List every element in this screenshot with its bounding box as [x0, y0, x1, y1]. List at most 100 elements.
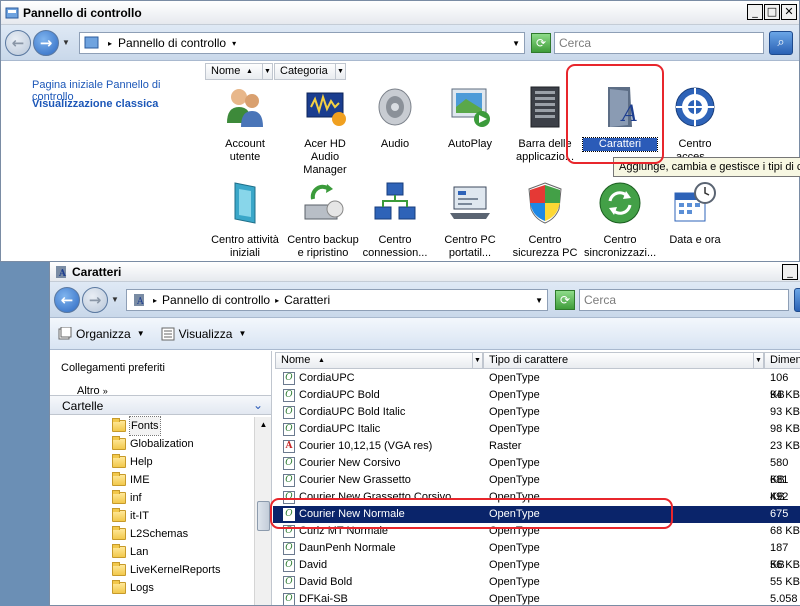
fonts-address-bar[interactable]: A ▸ Pannello di controllo ▸ Caratteri ▼ [126, 289, 548, 311]
control-panel-window: Pannello di controllo _ □ ✕ ← → ▼ ▸ Pannel… [0, 0, 800, 262]
back-button[interactable]: ← [5, 29, 31, 56]
breadcrumb-arrow-icon[interactable]: ▸ [108, 39, 112, 48]
backup-icon [304, 184, 344, 220]
cp-address-row: ← → ▼ ▸ Pannello di controllo ▾ ▼ ⟳ Cerc… [1, 25, 799, 61]
table-row[interactable]: O Courier New Corsivo OpenType 580 KB [273, 455, 800, 486]
tree-item-lan[interactable]: Lan [50, 543, 270, 561]
cp-item-account-utente[interactable]: Account utente [208, 83, 282, 164]
column-dropdown-icon[interactable]: ▼ [753, 353, 763, 368]
table-row[interactable]: O CordiaUPC Bold Italic OpenType 93 KB [273, 404, 800, 421]
cp-item-audio[interactable]: Audio [358, 83, 432, 151]
close-button[interactable]: ✕ [781, 4, 797, 20]
folder-icon [112, 490, 126, 504]
forward-button[interactable]: → [82, 286, 108, 313]
table-row[interactable]: O David Bold OpenType 55 KB [273, 574, 800, 591]
folder-icon [112, 472, 126, 486]
opentype-font-icon: O [283, 457, 295, 470]
table-row[interactable]: O CordiaUPC Bold OpenType 94 KB [273, 387, 800, 404]
column-dropdown-icon[interactable]: ▼ [335, 64, 345, 79]
opentype-font-icon: O [283, 406, 295, 419]
folder-tree: Fonts Globalization Help IME inf it-IT L… [50, 416, 254, 605]
tree-item-help[interactable]: Help [50, 453, 270, 471]
fonts-left-pane: Collegamenti preferiti Altro » Cartelle … [50, 351, 272, 605]
fonts-window: A Caratteri _ ← → ▼ A ▸ Pannello di cont… [49, 261, 800, 606]
cp-search-input[interactable]: Cerca [554, 32, 764, 54]
column-name[interactable]: Nome ▲ ▼ [275, 352, 483, 369]
column-category[interactable]: Categoria ▼ [274, 63, 346, 80]
table-row[interactable]: O Courier New Grassetto OpenType 681 KB [273, 472, 800, 503]
opentype-font-icon: O [283, 559, 295, 572]
cp-item-sync[interactable]: Centro sincronizzazi... [583, 179, 657, 260]
calendar-clock-icon [674, 182, 716, 222]
table-row[interactable]: ODFKai-SBOpenType5.058 KB [273, 591, 800, 605]
column-dropdown-icon[interactable]: ▼ [472, 353, 482, 368]
table-row[interactable]: O CordiaUPC OpenType 106 KB [273, 370, 800, 401]
column-size[interactable]: Dimens [764, 352, 800, 369]
tree-item-globalization[interactable]: Globalization [50, 435, 270, 453]
cp-item-autoplay[interactable]: AutoPlay [433, 83, 507, 151]
maximize-button[interactable]: □ [764, 4, 780, 20]
history-dropdown-icon[interactable]: ▼ [111, 295, 119, 304]
tree-item-fonts[interactable]: Fonts [50, 416, 270, 436]
fonts-titlebar[interactable]: A Caratteri [50, 262, 800, 282]
control-panel-icon [5, 7, 19, 18]
back-button[interactable]: ← [54, 286, 80, 313]
refresh-button[interactable]: ⟳ [531, 33, 551, 53]
tree-item-it-it[interactable]: it-IT [50, 507, 270, 525]
organize-button[interactable]: Organizza ▼ [58, 326, 145, 341]
cp-item-accessibility[interactable]: Centro acces... [658, 83, 732, 164]
fonts-folder-icon: A [134, 294, 144, 307]
folder-icon [112, 508, 126, 522]
refresh-button[interactable]: ⟳ [555, 290, 575, 310]
cp-item-date-time[interactable]: Data e ora [658, 179, 732, 247]
favorites-heading[interactable]: Collegamenti preferiti [61, 362, 165, 374]
cp-address-bar[interactable]: ▸ Pannello di controllo ▾ ▼ [79, 32, 525, 54]
breadcrumb-item[interactable]: Caratteri [284, 293, 330, 307]
scroll-thumb[interactable] [257, 501, 270, 531]
address-dropdown-icon[interactable]: ▼ [535, 296, 543, 305]
table-row[interactable]: O DaunPenh Normale OpenType 187 KB [273, 540, 800, 571]
tree-item-l2schemas[interactable]: L2Schemas [50, 525, 270, 543]
classic-view-link[interactable]: Visualizzazione classica [32, 98, 158, 110]
address-dropdown-icon[interactable]: ▼ [512, 39, 520, 48]
minimize-button[interactable]: _ [747, 4, 763, 20]
collapse-chevron-icon[interactable]: ⌄ [253, 398, 263, 412]
forward-button[interactable]: → [33, 29, 59, 56]
breadcrumb-dropdown-icon[interactable]: ▾ [232, 39, 236, 48]
search-button[interactable]: ⌕ [769, 31, 793, 55]
tree-item-inf[interactable]: inf [50, 489, 270, 507]
cp-item-backup[interactable]: Centro backup e ripristino [286, 179, 360, 260]
minimize-button[interactable]: _ [782, 264, 798, 280]
breadcrumb-arrow-icon[interactable]: ▸ [153, 296, 157, 305]
breadcrumb-item[interactable]: Pannello di controllo [162, 293, 270, 307]
breadcrumb-item[interactable]: Pannello di controllo [118, 36, 226, 50]
table-row[interactable]: O CordiaUPC Italic OpenType 98 KB [273, 421, 800, 438]
column-name[interactable]: Nome ▲ ▼ [205, 63, 273, 80]
fonts-search-input[interactable]: Cerca [579, 289, 789, 311]
highlight-courier-new-normale [270, 498, 673, 529]
cp-item-security[interactable]: Centro sicurezza PC [508, 179, 582, 260]
fonts-toolbar: Organizza ▼ Visualizza ▼ [50, 318, 800, 350]
cp-window-buttons: _ □ ✕ [747, 4, 797, 20]
tree-item-logs[interactable]: Logs [50, 579, 270, 597]
tree-item-livekernelreports[interactable]: LiveKernelReports [50, 561, 270, 579]
folders-header[interactable]: Cartelle ⌄ [50, 395, 271, 415]
column-type[interactable]: Tipo di carattere ▼ [483, 352, 764, 369]
history-dropdown-icon[interactable]: ▼ [62, 38, 70, 47]
tree-item-ime[interactable]: IME [50, 471, 270, 489]
breadcrumb-arrow-icon[interactable]: ▸ [275, 296, 279, 305]
view-button[interactable]: Visualizza ▼ [161, 327, 246, 341]
cp-item-acer-audio[interactable]: Acer HD Audio Manager [288, 83, 362, 177]
search-button[interactable]: ⌕ [794, 288, 800, 312]
tree-scrollbar[interactable]: ▲ [254, 417, 271, 605]
cp-titlebar[interactable]: Pannello di controllo [1, 1, 799, 25]
highlight-caratteri [566, 64, 664, 164]
table-row[interactable]: A Courier 10,12,15 (VGA res) Raster 23 KB [273, 438, 800, 455]
column-dropdown-icon[interactable]: ▼ [262, 64, 272, 79]
scroll-up-arrow-icon[interactable]: ▲ [256, 417, 271, 433]
cp-item-mobility[interactable]: Centro PC portatil... [433, 179, 507, 260]
cp-item-getting-started[interactable]: Centro attività iniziali [208, 179, 282, 260]
table-row[interactable]: O David OpenType 56 KB [273, 557, 800, 574]
cp-item-network[interactable]: Centro connession... [358, 179, 432, 260]
network-icon [374, 182, 416, 220]
